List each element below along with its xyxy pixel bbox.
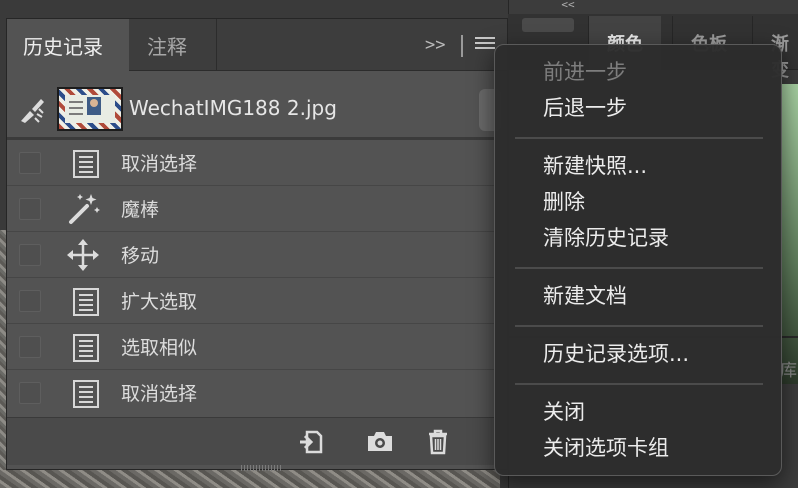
tab-separator [461,35,463,57]
menu-item-step-backward[interactable]: 后退一步 [543,95,627,121]
history-state-row[interactable]: 魔棒 [7,186,507,232]
document-icon [65,376,101,410]
menu-separator [515,383,763,385]
history-panel: 历史记录 注释 >> WechatIMG188 2.jpg 取消选择 魔棒 移动… [6,18,508,471]
history-state-row[interactable]: 移动 [7,232,507,278]
history-brush-icon[interactable] [17,95,47,125]
panel-tabbar: 历史记录 注释 >> [7,19,507,72]
history-state-row[interactable]: 选取相似 [7,324,507,370]
panel-footer [7,417,507,465]
menu-separator [515,325,763,327]
new-document-from-state-icon[interactable] [297,426,327,456]
document-icon [65,330,101,364]
state-label: 取消选择 [121,153,198,175]
source-checkbox[interactable] [19,152,41,174]
move-icon [67,239,99,271]
color-field[interactable] [780,84,798,384]
menu-item-history-options[interactable]: 历史记录选项... [543,341,689,367]
history-panel-menu: 前进一步 后退一步 新建快照... 删除 清除历史记录 新建文档 历史记录选项.… [494,44,782,476]
menu-item-close[interactable]: 关闭 [543,399,585,425]
dock-grip-handle[interactable] [522,18,574,32]
source-checkbox[interactable] [19,290,41,312]
document-icon [65,146,101,180]
history-state-row[interactable]: 取消选择 [7,140,507,186]
menu-item-step-forward[interactable]: 前进一步 [543,59,627,85]
tab-notes[interactable]: 注释 [131,19,217,71]
menu-separator [515,267,763,269]
menu-item-new-document[interactable]: 新建文档 [543,283,627,309]
panel-menu-icon[interactable] [475,37,495,53]
history-state-row[interactable]: 扩大选取 [7,278,507,324]
dock-collapse-button[interactable]: << [548,0,588,12]
menu-item-new-snapshot[interactable]: 新建快照... [543,153,647,179]
menu-item-delete[interactable]: 删除 [543,189,585,215]
source-checkbox[interactable] [19,336,41,358]
state-label: 魔棒 [121,199,160,221]
tab-overflow-button[interactable]: >> [425,35,445,55]
source-checkbox[interactable] [19,244,41,266]
snapshot-thumbnail [57,87,123,131]
magic-wand-icon [69,194,100,224]
state-label: 扩大选取 [121,291,198,313]
snapshot-label: WechatIMG188 2.jpg [129,96,337,120]
history-state-list: 取消选择 魔棒 移动 扩大选取 选取相似 取消选择 [7,140,507,416]
dock-libraries-tab[interactable]: 库 [780,356,797,381]
canvas-background-bottom [0,470,500,488]
source-checkbox[interactable] [19,382,41,404]
menu-separator [515,137,763,139]
state-label: 选取相似 [121,337,198,359]
menu-item-clear-history[interactable]: 清除历史记录 [543,225,669,251]
state-label: 取消选择 [121,383,198,405]
camera-icon[interactable] [365,426,395,456]
history-state-row[interactable]: 取消选择 [7,370,507,416]
panel-resize-grip[interactable] [241,465,281,471]
tab-history[interactable]: 历史记录 [7,19,129,72]
trash-icon[interactable] [423,426,453,456]
document-icon [65,284,101,318]
menu-item-close-tab-group[interactable]: 关闭选项卡组 [543,435,669,461]
state-label: 移动 [121,245,160,267]
source-checkbox[interactable] [19,198,41,220]
snapshot-row[interactable]: WechatIMG188 2.jpg [7,83,507,135]
